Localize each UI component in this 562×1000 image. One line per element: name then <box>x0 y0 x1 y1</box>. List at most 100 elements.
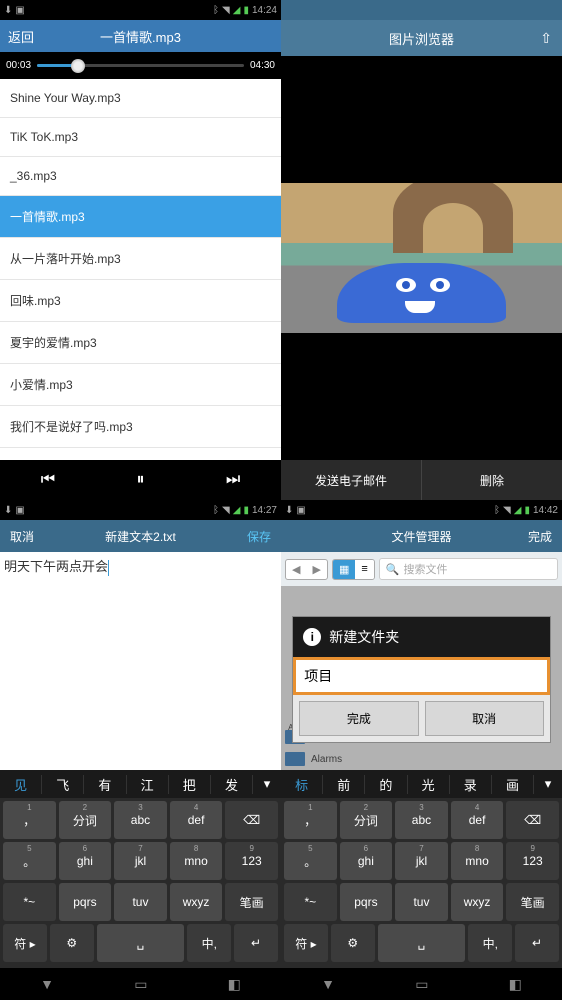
keyboard-key[interactable]: ↵ <box>234 924 278 962</box>
suggestion[interactable]: 的 <box>365 775 407 794</box>
done-button[interactable]: 完成 <box>528 528 552 545</box>
keyboard-key[interactable]: ⌫ <box>225 801 278 839</box>
expand-suggestions-icon[interactable]: ▾ <box>534 776 562 792</box>
keyboard-key[interactable]: tuv <box>395 883 448 921</box>
list-item[interactable]: 从一片落叶开始.mp3 <box>0 238 281 280</box>
expand-suggestions-icon[interactable]: ▾ <box>253 776 281 792</box>
keyboard-key[interactable]: tuv <box>114 883 167 921</box>
nav-home-icon[interactable]: ▭ <box>134 976 147 993</box>
list-item[interactable]: Shine Your Way.mp3 <box>0 79 281 118</box>
keyboard-key[interactable]: ⌫ <box>506 801 559 839</box>
keyboard-key[interactable]: 4def <box>451 801 504 839</box>
keyboard-key[interactable]: ␣ <box>97 924 185 962</box>
pause-icon[interactable]: ⏸ <box>136 471 144 489</box>
list-item[interactable]: 小爱情.mp3 <box>0 364 281 406</box>
image-viewport[interactable] <box>281 56 562 460</box>
keyboard-key[interactable]: 6ghi <box>340 842 393 880</box>
keyboard-key[interactable]: 符 ▸ <box>3 924 47 962</box>
song-list[interactable]: Shine Your Way.mp3 TiK ToK.mp3 _36.mp3 一… <box>0 79 281 460</box>
bluetooth-icon: ᛒ <box>494 505 500 516</box>
next-track-icon[interactable]: ⏭ <box>226 471 240 489</box>
keyboard-key[interactable]: 2分词 <box>59 801 112 839</box>
suggestion[interactable]: 画 <box>492 775 534 794</box>
save-button[interactable]: 保存 <box>247 528 271 545</box>
suggestion[interactable]: 江 <box>127 775 169 794</box>
keyboard-key[interactable]: ⚙ <box>50 924 94 962</box>
keyboard-key[interactable]: wxyz <box>451 883 504 921</box>
keyboard-key[interactable]: 中, <box>187 924 231 962</box>
grid-view-icon[interactable]: ▦ <box>333 560 355 579</box>
keyboard-key[interactable]: 笔画 <box>225 883 278 921</box>
keyboard-key[interactable]: 8mno <box>451 842 504 880</box>
seek-slider[interactable] <box>37 64 244 67</box>
suggestion[interactable]: 有 <box>84 775 126 794</box>
send-email-button[interactable]: 发送电子邮件 <box>281 460 422 500</box>
keyboard-key[interactable]: 5。 <box>3 842 56 880</box>
folder-name-input[interactable] <box>293 657 550 695</box>
nav-back-icon[interactable]: ▼ <box>40 976 54 992</box>
nav-recent-icon[interactable]: ◧ <box>228 976 241 993</box>
keyboard-key[interactable]: 3abc <box>114 801 167 839</box>
keyboard-key[interactable]: pqrs <box>340 883 393 921</box>
keyboard-key[interactable]: 6ghi <box>59 842 112 880</box>
suggestion[interactable]: 把 <box>169 775 211 794</box>
list-item[interactable]: 夏宇的爱情.mp3 <box>0 322 281 364</box>
delete-button[interactable]: 删除 <box>422 460 562 500</box>
download-icon: ⬇ <box>4 5 12 16</box>
nav-home-icon[interactable]: ▭ <box>415 976 428 993</box>
keyboard-key[interactable]: ↵ <box>515 924 559 962</box>
nav-recent-icon[interactable]: ◧ <box>509 976 522 993</box>
file-grid: AlarmRecorder Alarms Amap AlarmRecorder … <box>281 586 562 770</box>
keyboard-key[interactable]: 9123 <box>506 842 559 880</box>
keyboard-key[interactable]: 7jkl <box>395 842 448 880</box>
nav-fwd-button[interactable]: ▶ <box>306 560 326 579</box>
suggestion[interactable]: 光 <box>408 775 450 794</box>
keyboard-key[interactable]: 笔画 <box>506 883 559 921</box>
text-content-area[interactable]: 明天下午两点开会 <box>0 552 281 770</box>
list-item[interactable]: _36.mp3 <box>0 157 281 196</box>
keyboard-key[interactable]: 8mno <box>170 842 223 880</box>
nav-back-button[interactable]: ◀ <box>286 560 306 579</box>
list-item[interactable]: 回味.mp3 <box>0 280 281 322</box>
dialog-cancel-button[interactable]: 取消 <box>425 701 544 736</box>
keyboard-key[interactable]: 4def <box>170 801 223 839</box>
keyboard-key[interactable]: 1， <box>284 801 337 839</box>
nav-back-icon[interactable]: ▼ <box>321 976 335 992</box>
cancel-button[interactable]: 取消 <box>10 528 34 545</box>
action-bar: 发送电子邮件 删除 <box>281 460 562 500</box>
keyboard-key[interactable]: *~ <box>284 883 337 921</box>
list-view-icon[interactable]: ≡ <box>355 560 373 579</box>
suggestion[interactable]: 标 <box>281 775 323 794</box>
suggestion[interactable]: 发 <box>211 775 253 794</box>
keyboard-key[interactable]: *~ <box>3 883 56 921</box>
keyboard-key[interactable]: ␣ <box>378 924 466 962</box>
keyboard-key[interactable]: 1， <box>3 801 56 839</box>
keyboard-key[interactable]: 7jkl <box>114 842 167 880</box>
keyboard-key[interactable]: 中, <box>468 924 512 962</box>
suggestion[interactable]: 录 <box>450 775 492 794</box>
prev-track-icon[interactable]: ⏮ <box>41 471 55 489</box>
keyboard-key[interactable]: wxyz <box>170 883 223 921</box>
file-manager-header: 文件管理器 完成 <box>281 520 562 552</box>
signal-icon: ◢ <box>233 505 241 516</box>
keyboard-key[interactable]: 符 ▸ <box>284 924 328 962</box>
keyboard-key[interactable]: 9123 <box>225 842 278 880</box>
keyboard-key[interactable]: 5。 <box>284 842 337 880</box>
back-button[interactable]: 返回 <box>8 27 34 46</box>
keyboard-key[interactable]: ⚙ <box>331 924 375 962</box>
now-playing-title: 一首情歌.mp3 <box>0 27 281 46</box>
share-icon[interactable]: ⇧ <box>540 30 552 47</box>
suggestion[interactable]: 前 <box>323 775 365 794</box>
suggestion[interactable]: 飞 <box>42 775 84 794</box>
keyboard-key[interactable]: pqrs <box>59 883 112 921</box>
list-item[interactable]: 我们不是说好了吗.mp3 <box>0 406 281 448</box>
search-input[interactable]: 🔍搜索文件 <box>379 558 558 580</box>
bluetooth-icon: ᛒ <box>213 505 219 516</box>
keyboard-key[interactable]: 3abc <box>395 801 448 839</box>
keyboard-key[interactable]: 2分词 <box>340 801 393 839</box>
dialog-ok-button[interactable]: 完成 <box>299 701 418 736</box>
list-item[interactable]: 故事 mp3 <box>0 448 281 460</box>
list-item[interactable]: TiK ToK.mp3 <box>0 118 281 157</box>
list-item[interactable]: 一首情歌.mp3 <box>0 196 281 238</box>
suggestion[interactable]: 见 <box>0 775 42 794</box>
